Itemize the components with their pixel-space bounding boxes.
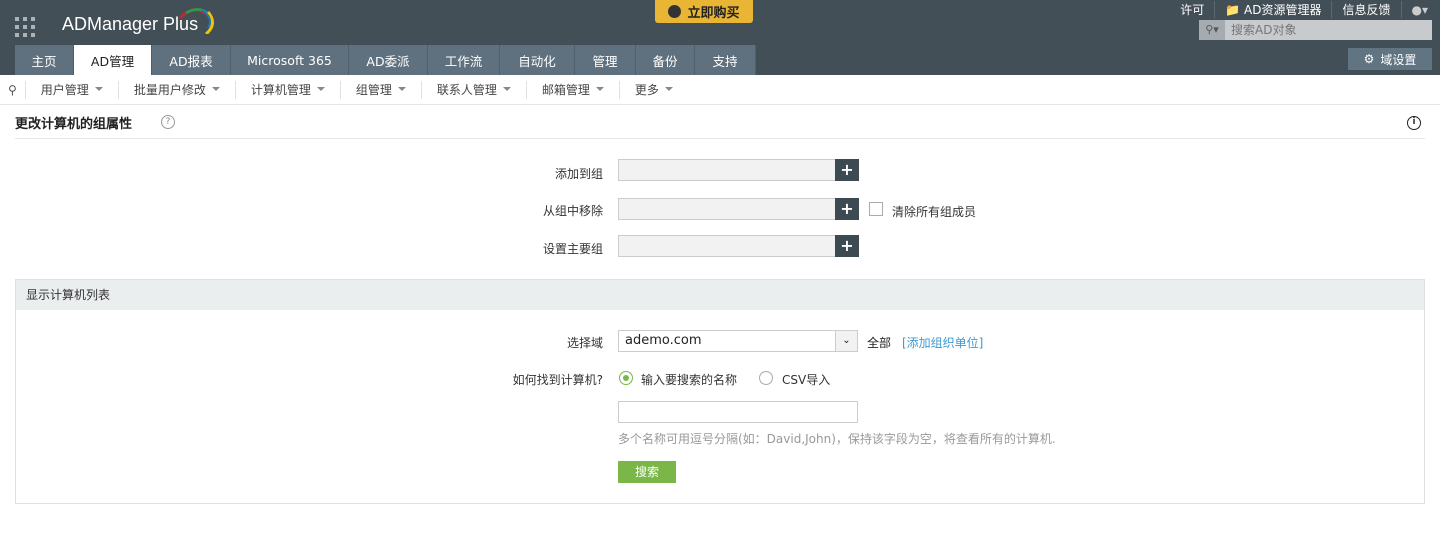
domain-label: 选择域 [566,336,603,350]
main-tabs: 主页 AD管理 AD报表 Microsoft 365 AD委派 工作流 自动化 … [15,45,756,75]
domain-settings-button[interactable]: ⚙ 域设置 [1348,48,1432,70]
subnav-label: 批量用户修改 [133,82,206,97]
app-grid-icon[interactable] [15,17,35,37]
computer-list-panel: 显示计算机列表 [15,279,1425,504]
add-ou-link[interactable]: [添加组织单位] [902,334,983,351]
search-box: ⚲▾ [1199,20,1432,40]
gear-icon: ⚙ [1363,52,1375,66]
tab-ad-reports[interactable]: AD报表 [152,45,231,75]
subnav-label: 邮箱管理 [541,82,590,97]
license-link[interactable]: 许可 [1170,1,1216,18]
chevron-down-icon: ⌄ [835,331,857,351]
clear-all-members-checkbox[interactable] [869,202,883,216]
subnav-bulk-user-modify[interactable]: 批量用户修改 [117,80,235,99]
add-to-group-input[interactable] [618,159,836,181]
tab-backup[interactable]: 备份 [636,45,695,75]
subnav-computer-management[interactable]: 计算机管理 [234,80,340,99]
primary-group-label: 设置主要组 [542,242,603,256]
add-to-group-label: 添加到组 [554,167,603,181]
tab-microsoft-365[interactable]: Microsoft 365 [231,45,349,75]
domain-select[interactable]: ademo.com ⌄ [618,330,858,352]
search-icon[interactable]: ⚲▾ [1199,20,1225,40]
subnav-label: 更多 [634,82,659,97]
search-by-name-label: 输入要搜索的名称 [641,373,738,387]
tab-automation[interactable]: 自动化 [500,45,575,75]
subnav-search-icon[interactable]: ⚲ [0,83,25,97]
ad-explorer-link[interactable]: 📁 AD资源管理器 [1215,1,1333,18]
clear-all-members-label: 清除所有组成员 [892,205,977,219]
tab-home[interactable]: 主页 [15,45,74,75]
tab-ad-delegation[interactable]: AD委派 [349,45,428,75]
subnav-group-management[interactable]: 组管理 [339,80,421,99]
search-input[interactable] [1225,20,1432,40]
header: ADManager Plus 立即购买 许可 📁 AD资源管理器 信息反馈 ●▾… [0,0,1440,75]
search-by-name-radio[interactable] [619,371,633,385]
remove-from-group-input[interactable] [618,198,836,220]
sub-navigation: ⚲ 用户管理 批量用户修改 计算机管理 组管理 联系人管理 邮箱管理 更多 [0,75,1440,105]
logo-arc-icon [178,8,214,34]
subnav-contact-management[interactable]: 联系人管理 [420,80,526,99]
buy-now-button[interactable]: 立即购买 [655,0,753,23]
subnav-mailbox-management[interactable]: 邮箱管理 [525,80,619,99]
buy-label: 立即购买 [687,6,740,21]
subnav-label: 用户管理 [40,82,89,97]
remove-from-group-plus-button[interactable]: + [835,198,859,220]
info-icon[interactable]: i [1407,116,1421,130]
all-label: 全部 [867,336,892,350]
divider [15,138,1425,139]
subnav-more[interactable]: 更多 [618,80,688,99]
primary-group-input[interactable] [618,235,836,257]
cart-icon [668,5,682,18]
computer-name-input[interactable] [618,401,858,423]
remove-from-group-label: 从组中移除 [542,204,603,218]
search-button[interactable]: 搜索 [618,461,676,483]
subnav-user-management[interactable]: 用户管理 [24,80,118,99]
subnav-label: 联系人管理 [436,82,497,97]
add-to-group-plus-button[interactable]: + [835,159,859,181]
page-title: 更改计算机的组属性 [15,117,133,132]
tab-ad-management[interactable]: AD管理 [74,45,152,75]
tab-admin[interactable]: 管理 [575,45,636,75]
panel-title: 显示计算机列表 [16,280,1424,310]
domain-settings-label: 域设置 [1380,52,1417,67]
csv-import-label: CSV导入 [782,373,831,387]
csv-import-radio[interactable] [759,371,773,385]
ad-explorer-label: AD资源管理器 [1244,3,1322,17]
feedback-link[interactable]: 信息反馈 [1332,1,1402,18]
tab-workflow[interactable]: 工作流 [428,45,500,75]
primary-group-plus-button[interactable]: + [835,235,859,257]
hint-text: 多个名称可用逗号分隔(如：David,John)，保持该字段为空，将查看所有的计… [618,432,1056,446]
user-menu-icon[interactable]: ●▾ [1402,3,1429,17]
subnav-label: 计算机管理 [250,82,311,97]
help-icon[interactable]: ? [161,115,175,129]
tab-support[interactable]: 支持 [695,45,756,75]
top-links: 许可 📁 AD资源管理器 信息反馈 ●▾ [1170,1,1428,18]
subnav-label: 组管理 [355,82,392,97]
domain-value: ademo.com [625,333,702,348]
find-computer-label: 如何找到计算机? [512,373,603,387]
